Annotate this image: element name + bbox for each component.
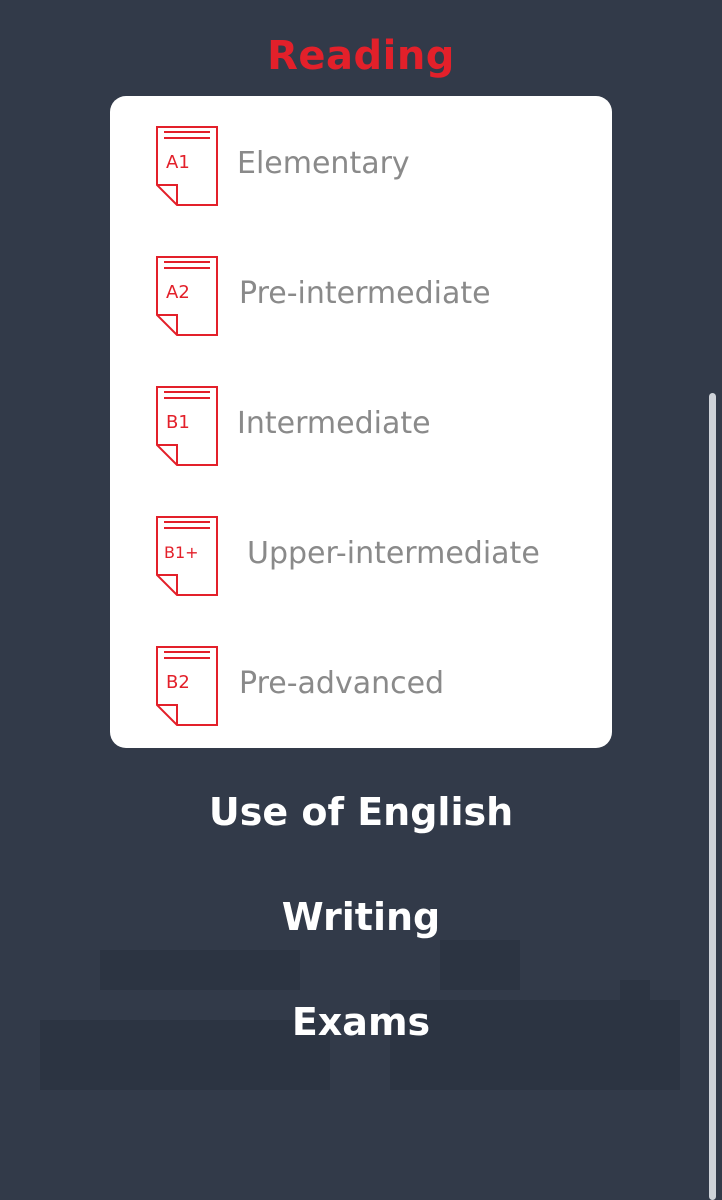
level-label: Pre-advanced <box>239 666 445 701</box>
menu-item-use-of-english[interactable]: Use of English <box>0 787 722 837</box>
document-icon: A1 <box>156 126 218 206</box>
level-item-b1[interactable]: B1 Intermediate <box>154 384 594 468</box>
level-code: B1 <box>166 412 190 433</box>
document-icon: A2 <box>156 256 218 336</box>
level-code: A1 <box>166 152 190 173</box>
menu-item-exams[interactable]: Exams <box>0 997 722 1047</box>
level-code: B2 <box>166 672 190 693</box>
document-icon: B1 <box>156 386 218 466</box>
document-icon: B1+ <box>156 516 218 596</box>
scrollbar[interactable] <box>709 393 716 1200</box>
level-code: A2 <box>166 282 190 303</box>
level-item-a2[interactable]: A2 Pre-intermediate <box>154 254 594 338</box>
level-item-a1[interactable]: A1 Elementary <box>154 124 594 208</box>
section-title-reading[interactable]: Reading <box>0 28 722 84</box>
document-icon: B2 <box>156 646 218 726</box>
menu-item-writing[interactable]: Writing <box>0 892 722 942</box>
level-label: Upper-intermediate <box>247 536 540 571</box>
level-code: B1+ <box>164 543 199 562</box>
level-label: Elementary <box>237 146 410 181</box>
level-label: Intermediate <box>237 406 431 441</box>
level-item-b1-plus[interactable]: B1+ Upper-intermediate <box>154 514 594 598</box>
level-item-b2[interactable]: B2 Pre-advanced <box>154 644 594 728</box>
levels-card: A1 Elementary A2 Pre-intermediate B1 Int… <box>110 96 612 748</box>
level-label: Pre-intermediate <box>239 276 491 311</box>
